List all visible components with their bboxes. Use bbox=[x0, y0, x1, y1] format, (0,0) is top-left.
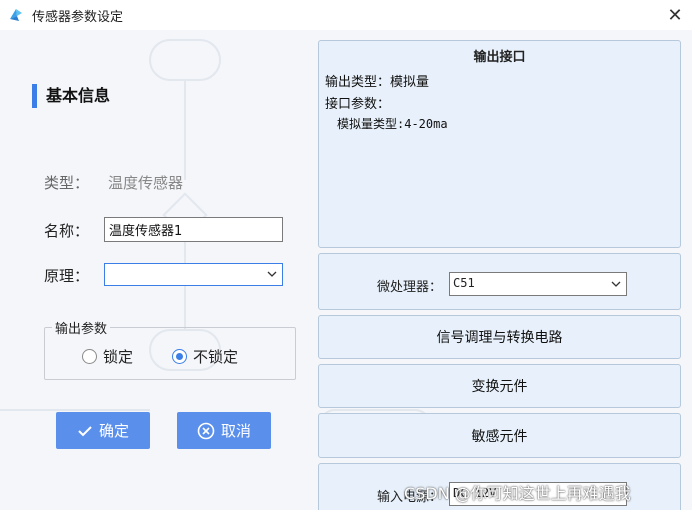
output-params-legend: 输出参数 bbox=[52, 318, 111, 337]
check-icon bbox=[78, 425, 92, 436]
type-value: 温度传感器 bbox=[108, 174, 184, 192]
radio-unlock-label: 不锁定 bbox=[193, 348, 239, 366]
signal-conditioning-label: 信号调理与转换电路 bbox=[436, 330, 563, 346]
name-label: 名称： bbox=[44, 222, 90, 240]
section-title: 基本信息 bbox=[46, 86, 111, 105]
window-title: 传感器参数设定 bbox=[32, 9, 124, 25]
cancel-button-label: 取消 bbox=[220, 422, 251, 440]
app-logo-icon bbox=[10, 9, 22, 21]
mcu-value: C51 bbox=[453, 276, 475, 290]
name-input[interactable] bbox=[104, 217, 283, 242]
mcu-label: 微处理器： bbox=[377, 280, 443, 295]
radio-lock-label: 锁定 bbox=[103, 348, 134, 366]
radio-circle bbox=[82, 349, 97, 364]
signal-conditioning-block[interactable]: 信号调理与转换电路 bbox=[318, 315, 681, 359]
interface-param-text: 接口参数： bbox=[325, 97, 391, 112]
output-interface-panel: 输出接口 输出类型：模拟量 接口参数： 模拟量类型:4-20ma bbox=[318, 40, 681, 248]
type-label: 类型： bbox=[44, 174, 90, 192]
output-type-text: 输出类型：模拟量 bbox=[325, 75, 430, 90]
title-bar: 传感器参数设定 ✕ bbox=[0, 0, 692, 30]
confirm-button-label: 确定 bbox=[98, 422, 129, 440]
confirm-button[interactable]: 确定 bbox=[56, 412, 150, 449]
cancel-button[interactable]: 取消 bbox=[177, 412, 271, 449]
radio-circle-checked bbox=[172, 349, 187, 364]
chevron-down-icon bbox=[611, 281, 621, 287]
close-circle-icon bbox=[197, 422, 215, 439]
radio-unlock[interactable]: 不锁定 bbox=[172, 346, 238, 367]
conversion-element-block[interactable]: 变换元件 bbox=[318, 364, 681, 408]
chevron-down-icon bbox=[267, 271, 277, 277]
analog-type-text: 模拟量类型:4-20ma bbox=[337, 117, 448, 131]
mcu-panel: 微处理器： C51 bbox=[318, 253, 681, 310]
close-icon[interactable]: ✕ bbox=[664, 4, 686, 26]
principle-label: 原理： bbox=[44, 267, 90, 285]
watermark: CSDN @你可知这世上再难遇我 bbox=[404, 484, 631, 503]
output-interface-title: 输出接口 bbox=[473, 50, 526, 65]
mcu-select[interactable]: C51 bbox=[449, 272, 627, 296]
sensitive-element-block[interactable]: 敏感元件 bbox=[318, 413, 681, 458]
section-accent-bar bbox=[32, 84, 37, 108]
sensitive-element-label: 敏感元件 bbox=[471, 428, 528, 445]
conversion-element-label: 变换元件 bbox=[471, 379, 528, 395]
radio-lock[interactable]: 锁定 bbox=[82, 346, 133, 367]
principle-select[interactable] bbox=[104, 263, 283, 286]
